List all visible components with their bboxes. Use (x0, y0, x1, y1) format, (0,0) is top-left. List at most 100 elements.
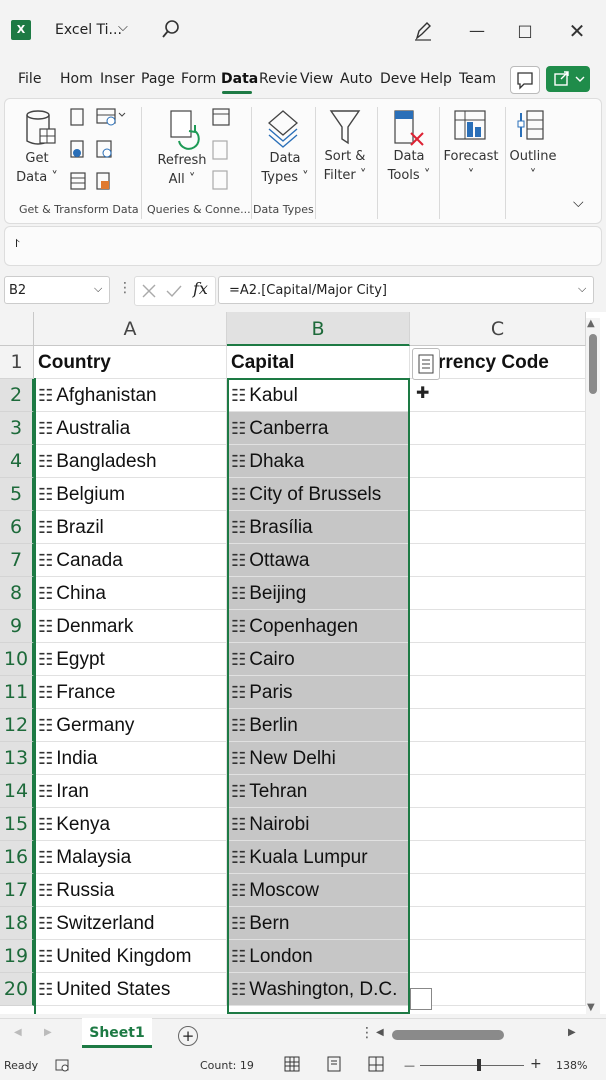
row-header[interactable]: 11 (0, 676, 34, 709)
map-icon[interactable]: ☷ (231, 808, 246, 841)
map-icon[interactable]: ☷ (38, 742, 53, 775)
cell-empty[interactable] (410, 412, 586, 445)
cell-capital[interactable]: ☷ Canberra (227, 412, 410, 445)
cell-capital[interactable]: ☷ Washington, D.C. (227, 973, 410, 1006)
cell-capital[interactable]: ☷ Brasília (227, 511, 410, 544)
map-icon[interactable]: ☷ (231, 544, 246, 577)
scroll-right-icon[interactable]: ▶ (568, 1027, 576, 1038)
cell-country[interactable]: ☷ Brazil (34, 511, 227, 544)
cell-country[interactable]: ☷ Iran (34, 775, 227, 808)
map-icon[interactable]: ☷ (38, 511, 53, 544)
map-icon[interactable]: ☷ (231, 841, 246, 874)
cell-empty[interactable] (410, 973, 586, 1006)
map-icon[interactable]: ☷ (38, 841, 53, 874)
forecast-button[interactable]: Forecast ˅ (441, 147, 501, 185)
cell-empty[interactable] (410, 841, 586, 874)
enter-check-icon[interactable] (165, 283, 183, 299)
quick-analysis-icon[interactable] (410, 988, 432, 1010)
row-header[interactable]: 13 (0, 742, 34, 775)
prev-sheet-icon[interactable]: ◀ (14, 1027, 22, 1038)
maximize-icon[interactable]: □ (510, 16, 540, 46)
map-icon[interactable]: ☷ (231, 610, 246, 643)
cell-empty[interactable] (410, 511, 586, 544)
refresh-all-button[interactable]: Refresh All ˅ (155, 151, 209, 189)
tab-automate[interactable]: Auto (340, 71, 373, 87)
cell-empty[interactable] (410, 709, 586, 742)
tab-home[interactable]: Hom (60, 71, 93, 87)
map-icon[interactable]: ☷ (38, 379, 53, 412)
map-icon[interactable]: ☷ (231, 643, 246, 676)
search-icon[interactable] (160, 18, 182, 40)
cell-country[interactable]: ☷ Kenya (34, 808, 227, 841)
cell-country[interactable]: ☷ Australia (34, 412, 227, 445)
accessibility-icon[interactable] (54, 1057, 70, 1073)
map-icon[interactable]: ☷ (38, 808, 53, 841)
sort-filter-button[interactable]: Sort & Filter ˅ (319, 147, 371, 185)
close-icon[interactable]: ✕ (562, 16, 592, 46)
more-sheets-icon[interactable]: ⋮ (360, 1025, 374, 1041)
cell-empty[interactable] (410, 940, 586, 973)
cell-capital[interactable]: ☷ Ottawa (227, 544, 410, 577)
minimize-icon[interactable]: — (462, 16, 492, 46)
cell-empty[interactable] (410, 478, 586, 511)
comments-button[interactable] (510, 66, 540, 94)
scroll-left-icon[interactable]: ◀ (376, 1027, 384, 1038)
get-data-button[interactable]: Get Data ˅ (13, 149, 61, 187)
cell-country[interactable]: ☷ Russia (34, 874, 227, 907)
chevron-down-icon[interactable]: ⌵ (118, 20, 128, 35)
zoom-in-icon[interactable]: + (530, 1056, 542, 1072)
formula-input[interactable]: =A2.[Capital/Major City] (218, 276, 594, 304)
cell-capital[interactable]: ☷ Moscow (227, 874, 410, 907)
cell-country[interactable]: ☷ China (34, 577, 227, 610)
map-icon[interactable]: ☷ (231, 775, 246, 808)
row-header[interactable]: 18 (0, 907, 34, 940)
row-header[interactable]: 16 (0, 841, 34, 874)
row-header[interactable]: 10 (0, 643, 34, 676)
tab-insert[interactable]: Inser (100, 71, 135, 87)
cell-capital[interactable]: ☷ Kabul (227, 379, 410, 412)
tab-page-layout[interactable]: Page (141, 71, 175, 87)
tab-view[interactable]: View (300, 71, 333, 87)
map-icon[interactable]: ☷ (38, 577, 53, 610)
cell-capital[interactable]: ☷ Berlin (227, 709, 410, 742)
column-header-a[interactable]: A (34, 312, 227, 346)
tab-team[interactable]: Team (459, 71, 496, 87)
cell-empty[interactable] (410, 445, 586, 478)
map-icon[interactable]: ☷ (38, 775, 53, 808)
tab-developer[interactable]: Deve (380, 71, 416, 87)
vertical-scrollbar[interactable] (586, 318, 600, 1014)
cell-capital[interactable]: ☷ City of Brussels (227, 478, 410, 511)
customize-qat-icon[interactable]: ⨡ (15, 237, 19, 251)
cell-empty[interactable] (410, 676, 586, 709)
scroll-up-icon[interactable]: ▲ (587, 318, 595, 329)
cell-capital[interactable]: ☷ New Delhi (227, 742, 410, 775)
map-icon[interactable]: ☷ (231, 709, 246, 742)
cell-empty[interactable] (410, 775, 586, 808)
ribbon-collapse-chevron-icon[interactable]: ⌵ (573, 195, 584, 211)
row-header[interactable]: 5 (0, 478, 34, 511)
map-icon[interactable]: ☷ (231, 379, 246, 412)
row-header[interactable]: 8 (0, 577, 34, 610)
cell-capital[interactable]: ☷ London (227, 940, 410, 973)
row-header[interactable]: 4 (0, 445, 34, 478)
cell-capital[interactable]: ☷ Paris (227, 676, 410, 709)
map-icon[interactable]: ☷ (38, 412, 53, 445)
map-icon[interactable]: ☷ (38, 874, 53, 907)
map-icon[interactable]: ☷ (38, 676, 53, 709)
normal-view-icon[interactable] (284, 1056, 300, 1072)
map-icon[interactable]: ☷ (38, 709, 53, 742)
map-icon[interactable]: ☷ (38, 445, 53, 478)
map-icon[interactable]: ☷ (38, 610, 53, 643)
zoom-slider[interactable] (420, 1065, 524, 1066)
cell-country[interactable]: ☷ Belgium (34, 478, 227, 511)
row-header[interactable]: 6 (0, 511, 34, 544)
cell-capital[interactable]: ☷ Cairo (227, 643, 410, 676)
cancel-icon[interactable] (141, 283, 157, 299)
cell-empty[interactable] (410, 643, 586, 676)
column-header-b[interactable]: B (227, 312, 410, 346)
cell-country[interactable]: ☷ Bangladesh (34, 445, 227, 478)
insert-function-icon[interactable]: fx (193, 279, 208, 298)
cell-country[interactable]: ☷ United States (34, 973, 227, 1006)
cell-country[interactable]: ☷ United Kingdom (34, 940, 227, 973)
cell-country[interactable]: ☷ France (34, 676, 227, 709)
